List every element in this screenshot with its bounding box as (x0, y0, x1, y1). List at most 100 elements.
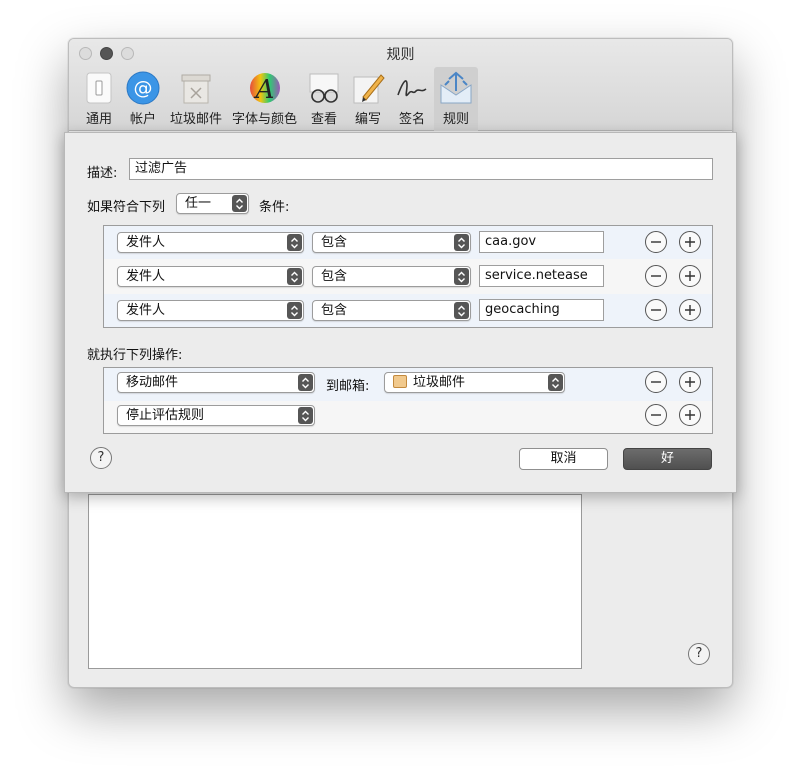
minus-icon (651, 275, 661, 277)
description-input[interactable]: 过滤广告 (129, 158, 713, 180)
tab-label: 通用 (85, 112, 112, 127)
switch-icon (82, 71, 116, 105)
remove-action-button[interactable] (645, 371, 667, 393)
at-sign-icon: @ (126, 71, 160, 105)
window-help-button[interactable]: ? (688, 643, 710, 665)
minus-icon (651, 309, 661, 311)
sheet-help-button[interactable]: ? (90, 447, 112, 469)
stepper-icon (454, 268, 469, 285)
stepper-icon (287, 234, 302, 251)
signature-icon (395, 71, 429, 105)
action-row: 停止评估规则 (104, 401, 712, 434)
tab-label: 规则 (443, 112, 470, 127)
tab-junk-mail[interactable]: 垃圾邮件 (165, 67, 227, 131)
plus-icon (685, 305, 695, 315)
condition-field-value: 发件人 (126, 303, 166, 318)
action-value: 移动邮件 (126, 375, 179, 390)
svg-text:A: A (253, 75, 274, 105)
condition-operator-value: 包含 (321, 269, 348, 284)
ok-button[interactable]: 好 (623, 448, 712, 470)
match-select[interactable]: 任一 (176, 193, 249, 214)
preferences-toolbar: 通用 @ 帐户 垃圾邮件 A 字体与颜色 查看 编写 签名 规则 (77, 67, 479, 131)
tab-label: 编写 (355, 112, 382, 127)
rule-sheet: 描述: 过滤广告 如果符合下列 任一 条件: 发件人 包含 caa.gov 发件… (64, 132, 737, 493)
tab-label: 查看 (311, 112, 338, 127)
action-select[interactable]: 移动邮件 (117, 372, 315, 393)
add-action-button[interactable] (679, 371, 701, 393)
remove-action-button[interactable] (645, 404, 667, 426)
stepper-icon (298, 407, 313, 424)
tab-signatures[interactable]: 签名 (390, 67, 434, 131)
target-mailbox-label: 到邮箱: (326, 379, 370, 394)
match-suffix-label: 条件: (259, 200, 290, 215)
conditions-list: 发件人 包含 caa.gov 发件人 包含 service.netease 发件… (103, 225, 713, 328)
plus-icon (685, 410, 695, 420)
tab-fonts-colors[interactable]: A 字体与颜色 (227, 67, 302, 131)
add-condition-button[interactable] (679, 231, 701, 253)
condition-operator-select[interactable]: 包含 (312, 266, 471, 287)
condition-row: 发件人 包含 geocaching (104, 294, 712, 327)
add-condition-button[interactable] (679, 265, 701, 287)
tab-label: 垃圾邮件 (170, 112, 223, 127)
remove-condition-button[interactable] (645, 299, 667, 321)
match-select-value: 任一 (185, 196, 212, 211)
tab-label: 帐户 (129, 112, 156, 127)
remove-condition-button[interactable] (645, 231, 667, 253)
minus-icon (651, 381, 661, 383)
add-action-button[interactable] (679, 404, 701, 426)
condition-row: 发件人 包含 caa.gov (104, 226, 712, 259)
cancel-button[interactable]: 取消 (519, 448, 608, 470)
condition-field-value: 发件人 (126, 235, 166, 250)
condition-row: 发件人 包含 service.netease (104, 260, 712, 293)
actions-label: 就执行下列操作: (87, 348, 183, 363)
stepper-icon (298, 374, 313, 391)
condition-operator-select[interactable]: 包含 (312, 232, 471, 253)
mailbox-value: 垃圾邮件 (413, 375, 466, 390)
match-prefix-label: 如果符合下列 (87, 200, 166, 215)
mailbox-icon (393, 375, 407, 388)
condition-value-input[interactable]: geocaching (479, 299, 604, 321)
condition-field-select[interactable]: 发件人 (117, 300, 304, 321)
condition-operator-value: 包含 (321, 235, 348, 250)
plus-icon (685, 377, 695, 387)
condition-field-value: 发件人 (126, 269, 166, 284)
stepper-icon (548, 374, 563, 391)
condition-value-input[interactable]: caa.gov (479, 231, 604, 253)
add-condition-button[interactable] (679, 299, 701, 321)
condition-field-select[interactable]: 发件人 (117, 232, 304, 253)
glasses-icon (307, 71, 341, 105)
rules-list[interactable] (88, 494, 582, 669)
tab-viewing[interactable]: 查看 (302, 67, 346, 131)
plus-icon (685, 271, 695, 281)
font-color-icon: A (248, 71, 282, 105)
minus-icon (651, 414, 661, 416)
minus-icon (651, 241, 661, 243)
junk-bin-icon (179, 71, 213, 105)
tab-label: 字体与颜色 (232, 112, 298, 127)
condition-operator-value: 包含 (321, 303, 348, 318)
action-value: 停止评估规则 (126, 408, 205, 423)
stepper-icon (287, 268, 302, 285)
stepper-icon (287, 302, 302, 319)
stepper-icon (454, 302, 469, 319)
tab-accounts[interactable]: @ 帐户 (121, 67, 165, 131)
description-label: 描述: (87, 166, 118, 181)
tab-general[interactable]: 通用 (77, 67, 121, 131)
tab-label: 签名 (399, 112, 426, 127)
pencil-icon (351, 71, 385, 105)
remove-condition-button[interactable] (645, 265, 667, 287)
tab-rules[interactable]: 规则 (434, 67, 479, 131)
action-select[interactable]: 停止评估规则 (117, 405, 315, 426)
action-row: 移动邮件 到邮箱: 垃圾邮件 (104, 368, 712, 401)
condition-value-input[interactable]: service.netease (479, 265, 604, 287)
rules-icon (439, 71, 473, 105)
actions-list: 移动邮件 到邮箱: 垃圾邮件 停止评估规则 (103, 367, 713, 434)
window-title: 规则 (386, 47, 415, 63)
condition-field-select[interactable]: 发件人 (117, 266, 304, 287)
tab-composing[interactable]: 编写 (346, 67, 390, 131)
titlebar: 规则 通用 @ 帐户 垃圾邮件 A 字体与颜色 查看 编写 签名 规则 (69, 39, 732, 131)
svg-text:@: @ (134, 77, 153, 99)
condition-operator-select[interactable]: 包含 (312, 300, 471, 321)
mailbox-select[interactable]: 垃圾邮件 (384, 372, 565, 393)
stepper-icon (232, 195, 247, 212)
